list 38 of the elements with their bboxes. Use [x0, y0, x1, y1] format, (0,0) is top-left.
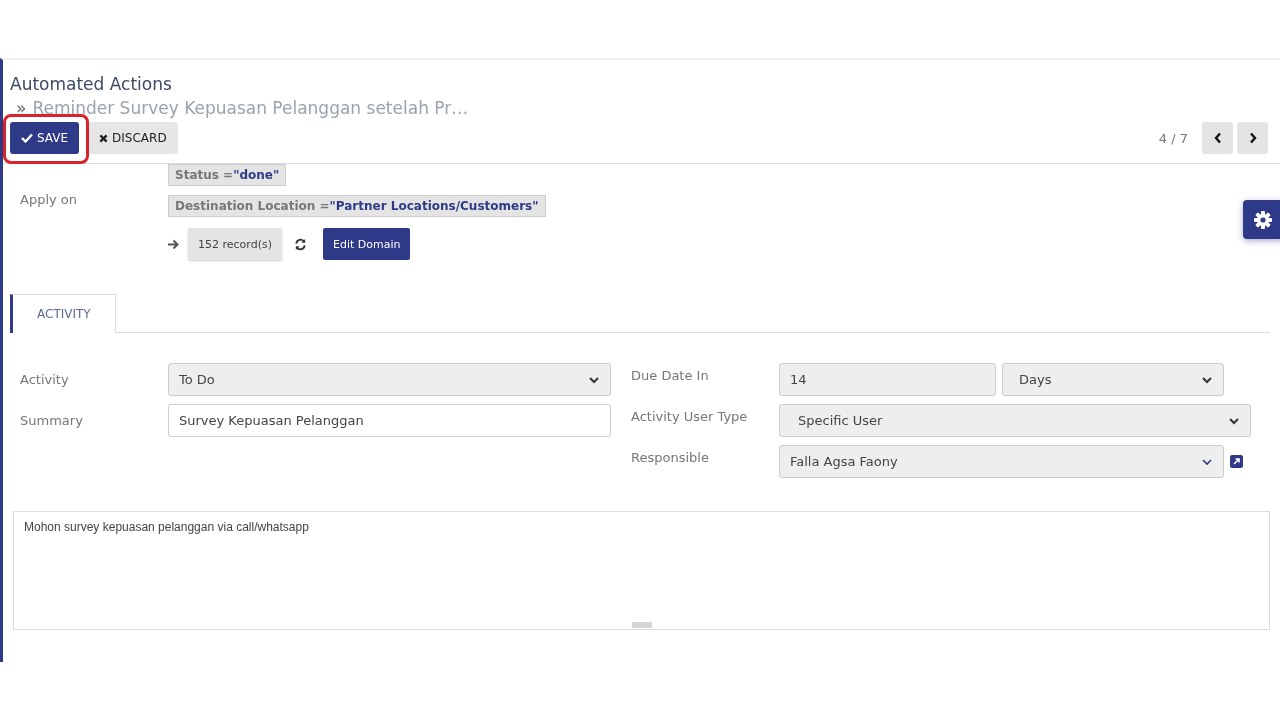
- field-label: Apply on: [19, 191, 79, 209]
- check-icon: [21, 133, 33, 143]
- chevron-left-icon: [1213, 132, 1222, 144]
- settings-icon: [1253, 209, 1273, 230]
- field-label: Due Date In: [631, 367, 710, 383]
- select-field[interactable]: Specific User: [779, 404, 1251, 437]
- breadcrumb-separator: »: [16, 98, 27, 118]
- field-label: Activity User Type: [631, 408, 749, 424]
- pager-counter: 4 / 7: [1158, 130, 1188, 146]
- settings-button[interactable]: [1243, 200, 1280, 239]
- field-label: Activity: [19, 371, 70, 387]
- number-field[interactable]: 14: [779, 363, 996, 396]
- select-field[interactable]: Falla Agsa Faony: [779, 445, 1224, 478]
- unit-select[interactable]: Days: [1002, 363, 1224, 396]
- save-button[interactable]: SAVE: [10, 122, 80, 154]
- text-field[interactable]: Survey Kepuasan Pelanggan: [168, 404, 611, 437]
- arrow-right-icon: [168, 238, 180, 250]
- resize-handle-icon: [631, 622, 652, 628]
- previous-button[interactable]: [1202, 122, 1233, 154]
- note-text: Mohon survey kepuasan pelanggan via call/whatsapp: [23, 519, 310, 536]
- tab[interactable]: ACTIVITY: [10, 294, 116, 333]
- breadcrumb-link[interactable]: Automated Actions: [10, 74, 1268, 94]
- domain-condition: Status ="done": [168, 164, 287, 186]
- refresh-icon: [293, 237, 307, 251]
- note-editor[interactable]: Mohon survey kepuasan pelanggan via call/whatsapp: [13, 511, 1270, 630]
- next-button[interactable]: [1237, 122, 1268, 154]
- record-title: Reminder Survey Kepuasan Pelanggan setelah Pr…: [32, 98, 469, 118]
- field-label: Summary: [19, 412, 84, 428]
- discard-button[interactable]: DISCARD: [88, 122, 178, 154]
- edit-domain-button[interactable]: Edit Domain: [322, 228, 411, 260]
- external-link-button[interactable]: [1230, 455, 1243, 468]
- domain-condition: Destination Location ="Partner Locations/Customers": [168, 195, 546, 217]
- external-link-icon: [1230, 455, 1243, 468]
- record-count-button[interactable]: 152 record(s): [188, 228, 282, 260]
- field-label: Responsible: [631, 449, 710, 465]
- close-icon: [99, 133, 109, 143]
- select-field[interactable]: To Do: [168, 363, 611, 396]
- chevron-right-icon: [1248, 132, 1257, 144]
